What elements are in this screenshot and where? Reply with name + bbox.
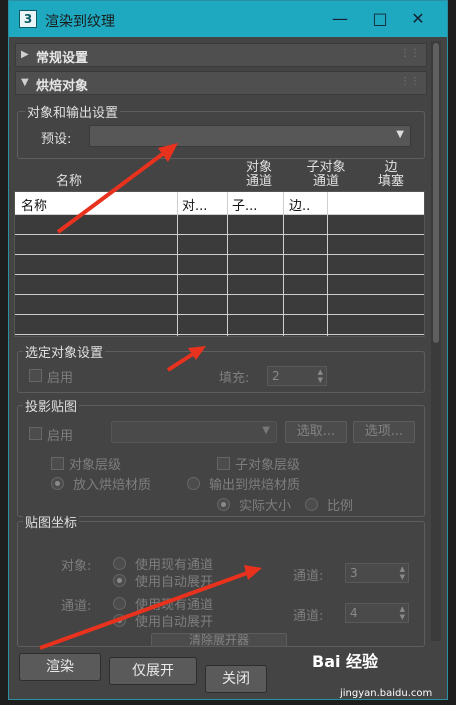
red-arrow-annotation-3 [39, 565, 262, 650]
baidu-watermark-logo: Bai 经验 [312, 652, 379, 671]
red-arrow-annotation-2 [166, 346, 206, 372]
baidu-watermark-url: jingyan.baidu.com [340, 688, 433, 699]
annotation-overlay [39, 143, 262, 650]
red-arrow-annotation-1 [56, 143, 178, 234]
